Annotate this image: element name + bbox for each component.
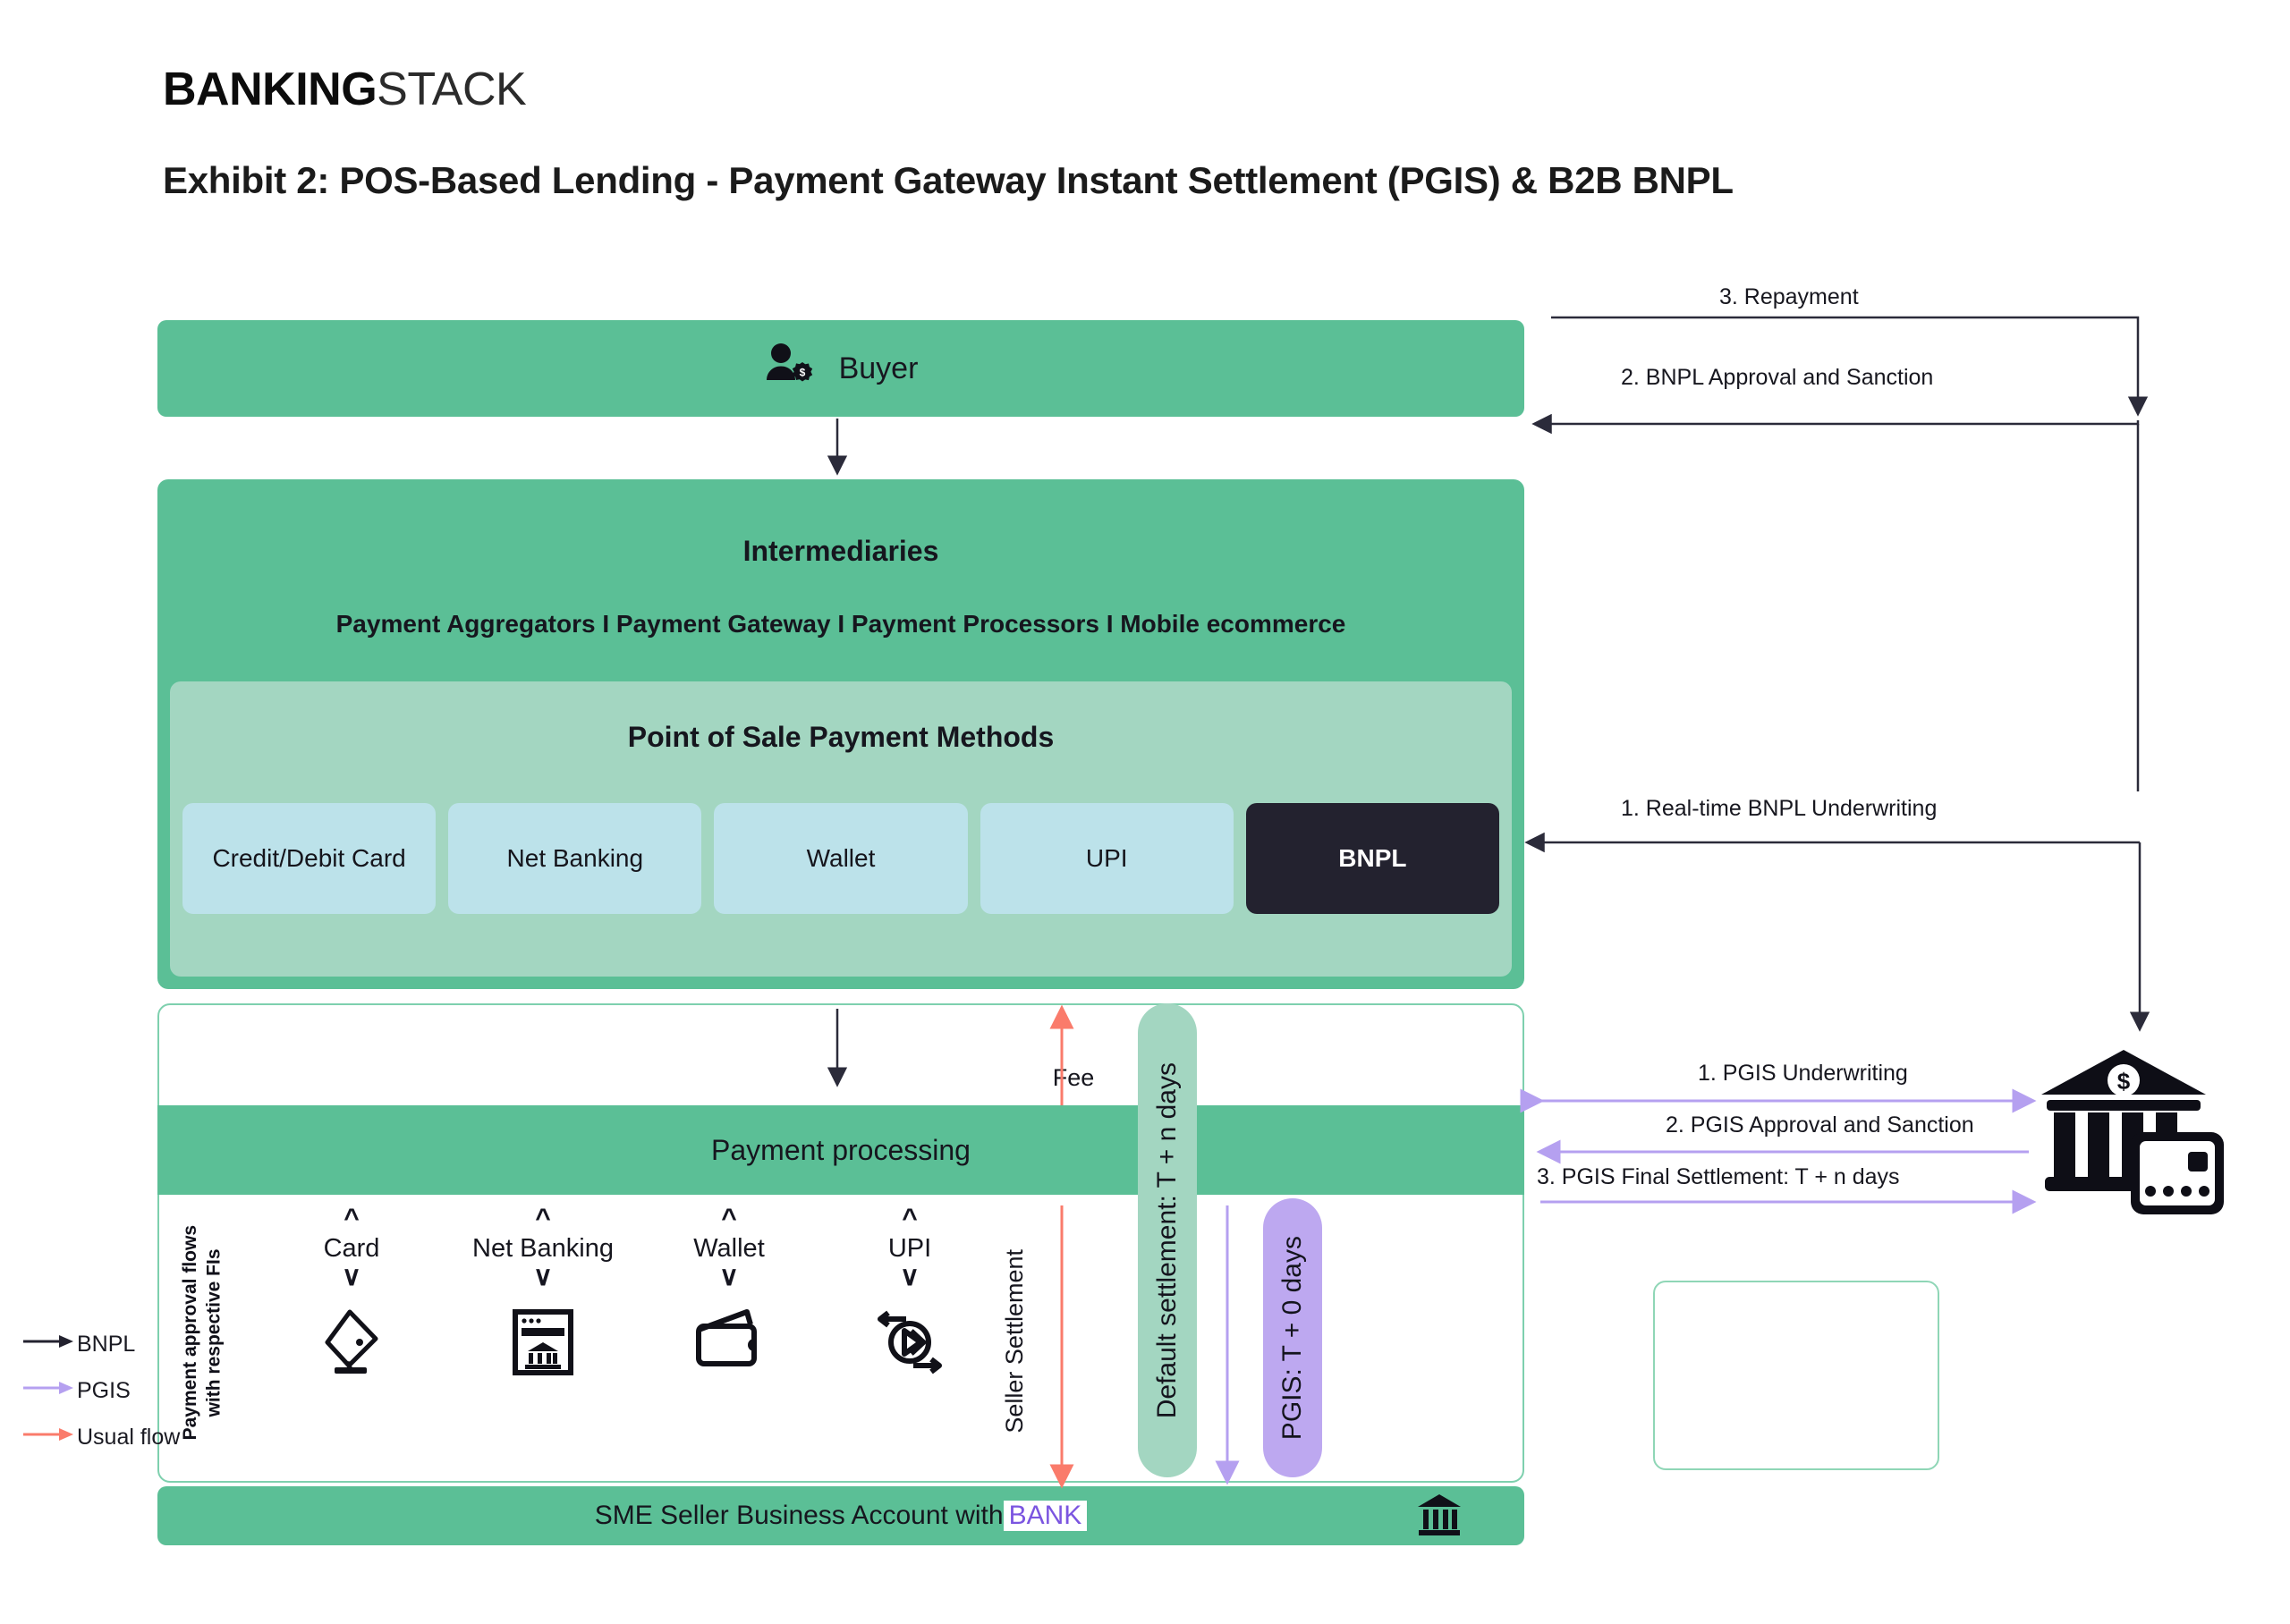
legend-box bbox=[1653, 1281, 1939, 1470]
brand-logo: BANKINGSTACK bbox=[163, 63, 527, 116]
default-settlement-pill: Default settlement: T + n days bbox=[1138, 1003, 1197, 1477]
point-of-sale-block: Point of Sale Payment Methods Credit/Deb… bbox=[170, 681, 1512, 977]
payment-method-net-banking[interactable]: Net Banking bbox=[448, 803, 702, 914]
bnpl-annotation-2: 2. BNPL Approval and Sanction bbox=[1621, 365, 1934, 390]
pgis-settlement-label: PGIS: T + 0 days bbox=[1277, 1235, 1307, 1441]
sme-prefix-label: SME Seller Business Account with bbox=[594, 1501, 1004, 1530]
flow-column-upi: ^ UPI ∨ bbox=[816, 1204, 1004, 1383]
flow-column-net-banking-label: Net Banking bbox=[472, 1234, 614, 1263]
legend-label-bnpl: BNPL bbox=[77, 1332, 136, 1357]
payment-methods-row: Credit/Debit Card Net Banking Wallet UPI… bbox=[182, 803, 1500, 914]
flow-column-card: ^ Card ∨ bbox=[258, 1204, 445, 1383]
flow-column-net-banking: ^ Net Banking ∨ bbox=[449, 1204, 637, 1383]
sme-seller-account-text: SME Seller Business Account with BANK bbox=[157, 1486, 1524, 1545]
sme-bank-word: BANK bbox=[1003, 1501, 1088, 1531]
payment-method-bnpl[interactable]: BNPL bbox=[1245, 803, 1500, 914]
legend-label-pgis: PGIS bbox=[77, 1378, 131, 1403]
legend-item-usual-flow: Usual flow bbox=[23, 1425, 180, 1451]
pgis-annotation-3: 3. PGIS Final Settlement: T + n days bbox=[1537, 1164, 1900, 1189]
chevron-up-icon: ^ bbox=[535, 1204, 551, 1233]
flow-column-upi-label: UPI bbox=[887, 1234, 932, 1263]
legend-label-usual-flow: Usual flow bbox=[77, 1425, 181, 1450]
flow-column-wallet-label: Wallet bbox=[693, 1234, 765, 1263]
legend-arrow-pgis bbox=[23, 1382, 73, 1394]
pgis-settlement-pill: PGIS: T + 0 days bbox=[1263, 1198, 1322, 1477]
bnpl-annotation-1: 1. Real-time BNPL Underwriting bbox=[1621, 796, 1938, 821]
approval-flows-label: Payment approval flows with respective F… bbox=[179, 1224, 224, 1441]
diagram-canvas: BANKINGSTACK Exhibit 2: POS-Based Lendin… bbox=[0, 0, 2290, 1624]
legend-arrow-bnpl bbox=[23, 1335, 73, 1348]
chevron-up-icon: ^ bbox=[721, 1204, 737, 1233]
flow-column-card-label: Card bbox=[323, 1234, 380, 1263]
brand-logo-bold: BANKING bbox=[163, 63, 377, 115]
chevron-up-icon: ^ bbox=[902, 1204, 918, 1233]
svg-text:$: $ bbox=[2117, 1068, 2131, 1095]
payment-processing-label: Payment processing bbox=[711, 1133, 971, 1166]
flow-column-wallet: ^ Wallet ∨ bbox=[635, 1204, 823, 1375]
payment-method-wallet[interactable]: Wallet bbox=[714, 803, 968, 914]
bank-building-icon bbox=[1415, 1492, 1463, 1544]
wallet-icon bbox=[691, 1307, 767, 1375]
approval-flows-caption: Payment approval flows with respective F… bbox=[175, 1207, 229, 1458]
bnpl-annotation-3: 3. Repayment bbox=[1719, 284, 1859, 309]
seller-settlement-caption: Seller Settlement bbox=[995, 1225, 1034, 1458]
legend-arrow-usual-flow bbox=[23, 1428, 73, 1441]
chevron-down-icon: ∨ bbox=[342, 1262, 361, 1291]
bank-with-card-icon: $ bbox=[2038, 1046, 2229, 1222]
connector-bnpl-approval bbox=[1531, 413, 2140, 435]
brand-logo-light: STACK bbox=[377, 63, 527, 115]
seller-settlement-label: Seller Settlement bbox=[1000, 1249, 1028, 1434]
fee-label: Fee bbox=[1052, 1064, 1095, 1091]
pgis-annotation-2: 2. PGIS Approval and Sanction bbox=[1666, 1112, 1974, 1138]
pgis-annotation-1: 1. PGIS Underwriting bbox=[1698, 1061, 1908, 1086]
chevron-down-icon: ∨ bbox=[719, 1262, 739, 1291]
card-swipe-icon bbox=[317, 1307, 386, 1383]
chevron-down-icon: ∨ bbox=[900, 1262, 920, 1291]
net-banking-browser-bank-icon bbox=[510, 1307, 576, 1383]
buyer-block: $ Buyer bbox=[157, 320, 1524, 417]
intermediaries-subtitle: Payment Aggregators I Payment Gateway I … bbox=[335, 610, 1346, 638]
legend-item-bnpl: BNPL bbox=[23, 1332, 135, 1358]
point-of-sale-title: Point of Sale Payment Methods bbox=[627, 721, 1055, 753]
upi-transfer-icon bbox=[872, 1307, 947, 1383]
payment-method-credit-debit-card[interactable]: Credit/Debit Card bbox=[182, 803, 437, 914]
chevron-up-icon: ^ bbox=[344, 1204, 360, 1233]
page-title: Exhibit 2: POS-Based Lending - Payment G… bbox=[163, 159, 1734, 201]
chevron-down-icon: ∨ bbox=[533, 1262, 553, 1291]
buyer-label: Buyer bbox=[838, 351, 919, 385]
svg-text:$: $ bbox=[799, 366, 805, 378]
buyer-person-dollar-icon: $ bbox=[764, 343, 816, 395]
intermediaries-title: Intermediaries bbox=[742, 535, 939, 567]
legend-item-pgis: PGIS bbox=[23, 1378, 131, 1404]
payment-method-upi[interactable]: UPI bbox=[980, 803, 1234, 914]
payment-processing-bar: Payment processing bbox=[157, 1105, 1524, 1195]
intermediaries-block: Intermediaries Payment Aggregators I Pay… bbox=[157, 479, 1524, 989]
default-settlement-label: Default settlement: T + n days bbox=[1152, 1062, 1182, 1419]
